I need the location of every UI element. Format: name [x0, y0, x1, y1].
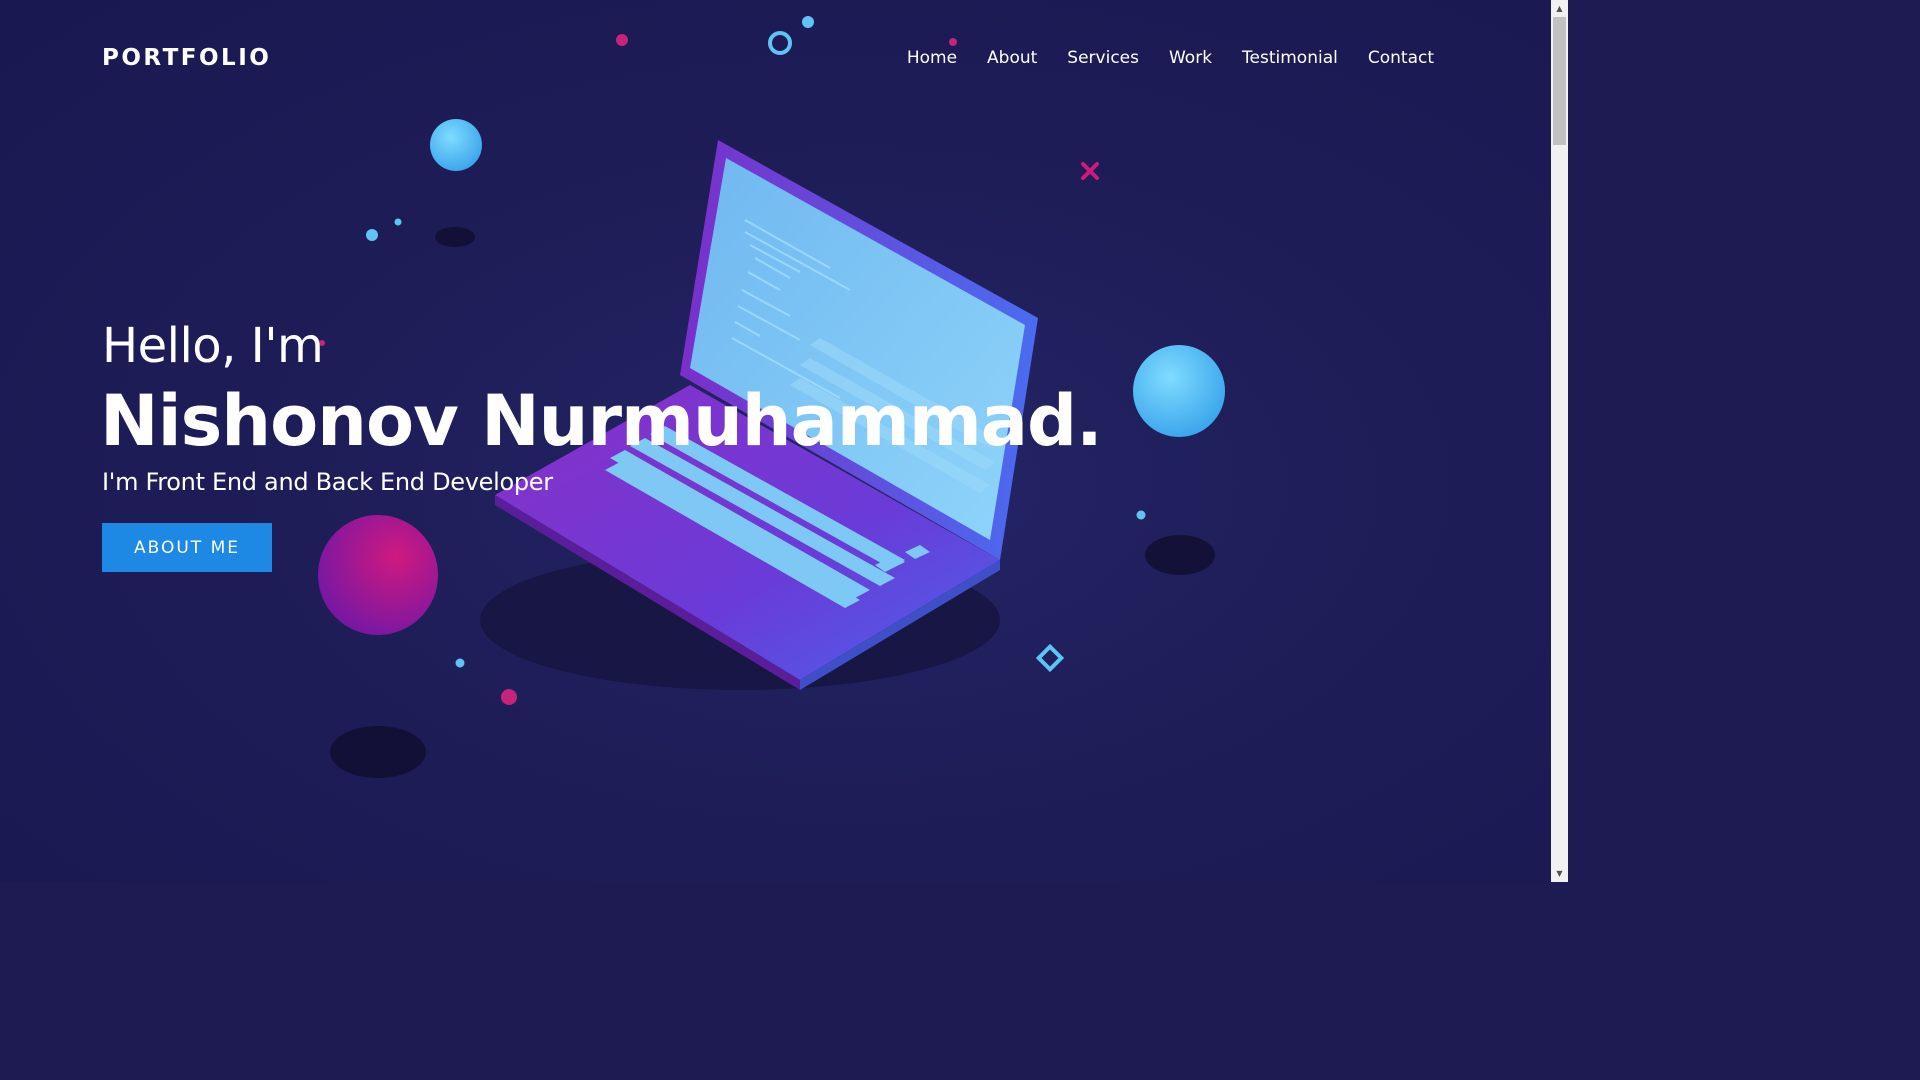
- shadow-spot: [435, 227, 475, 247]
- shadow-spot: [330, 726, 426, 778]
- scroll-thumb[interactable]: [1553, 17, 1566, 145]
- hero-role: I'm Front End and Back End Developer: [102, 468, 553, 496]
- decor-dot: [949, 38, 957, 46]
- shadow-spot: [1145, 535, 1215, 575]
- decor-dot: [1136, 510, 1146, 520]
- decor-dot: [501, 689, 517, 705]
- decor-blue-ball: [430, 119, 482, 171]
- decor-dot: [366, 229, 378, 241]
- decor-dot: [394, 218, 402, 226]
- hero-name: Nishonov Nurmuhammad.: [100, 380, 1103, 462]
- decor-cross: [1081, 162, 1099, 180]
- about-me-button[interactable]: ABOUT ME: [102, 523, 272, 572]
- page-scrollbar[interactable]: ▲ ▼: [1551, 0, 1568, 882]
- scroll-down-icon[interactable]: ▼: [1551, 865, 1568, 882]
- decor-pink-ball: [318, 515, 438, 635]
- hero-section: PORTFOLIO Home About Services Work Testi…: [0, 0, 1551, 882]
- decor-blue-ball: [1133, 345, 1225, 437]
- decor-diamond: [1035, 643, 1065, 673]
- decor-dot: [616, 34, 628, 46]
- decor-ring: [768, 31, 792, 55]
- decor-dot: [802, 16, 814, 28]
- scroll-up-icon[interactable]: ▲: [1551, 0, 1568, 17]
- hero-greeting: Hello, I'm: [102, 318, 324, 374]
- decor-dot: [455, 658, 465, 668]
